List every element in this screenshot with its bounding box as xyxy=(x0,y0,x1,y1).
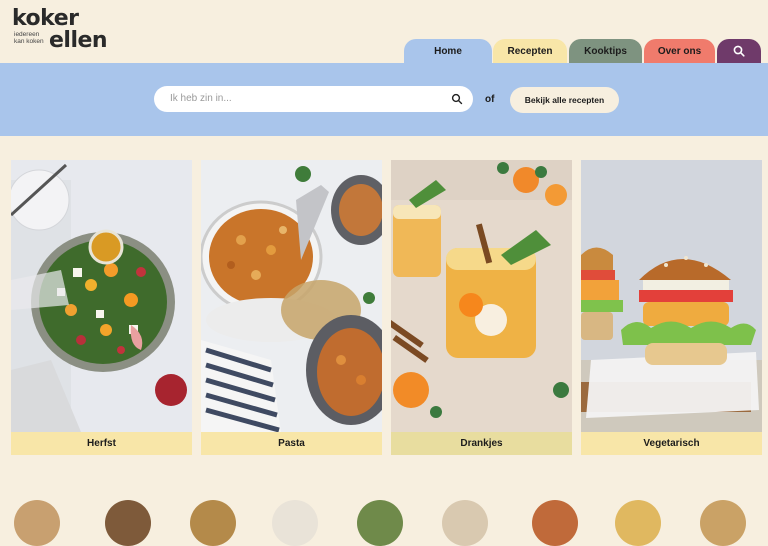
recipe-thumbnail[interactable] xyxy=(272,500,318,546)
recipe-thumbnail[interactable] xyxy=(190,500,236,546)
category-card-herfst[interactable]: Herfst xyxy=(11,160,192,455)
logo-word-koker: koker xyxy=(12,6,79,31)
search-icon xyxy=(733,45,745,57)
site-logo[interactable]: koker iedereen kan koken ellen xyxy=(12,8,112,56)
recipe-thumbnail[interactable] xyxy=(14,500,60,546)
category-label: Drankjes xyxy=(391,432,572,455)
recipe-thumbnail[interactable] xyxy=(700,500,746,546)
recipe-thumbnail[interactable] xyxy=(357,500,403,546)
or-text: of xyxy=(485,94,495,105)
category-label: Vegetarisch xyxy=(581,432,762,455)
drankjes-photo xyxy=(391,160,572,432)
tab-kooktips[interactable]: Kooktips xyxy=(569,39,642,63)
logo-word-ellen: ellen xyxy=(49,28,108,53)
search-placeholder: Ik heb zin in... xyxy=(170,93,232,104)
all-recipes-button[interactable]: Bekijk alle recepten xyxy=(510,87,619,113)
recipe-thumbnail[interactable] xyxy=(532,500,578,546)
category-label: Pasta xyxy=(201,432,382,455)
tab-recepten[interactable]: Recepten xyxy=(493,39,567,63)
search-input[interactable]: Ik heb zin in... xyxy=(154,86,473,112)
recipe-thumbnail[interactable] xyxy=(442,500,488,546)
category-card-pasta[interactable]: Pasta xyxy=(201,160,382,455)
logo-tagline-1: iedereen xyxy=(14,31,40,38)
category-card-drankjes[interactable]: Drankjes xyxy=(391,160,572,455)
search-icon[interactable] xyxy=(451,93,463,105)
tab-over-ons[interactable]: Over ons xyxy=(644,39,715,63)
category-label: Herfst xyxy=(11,432,192,455)
category-card-vegetarisch[interactable]: Vegetarisch xyxy=(581,160,762,455)
vegetarisch-photo xyxy=(581,160,762,432)
recipe-thumbnail[interactable] xyxy=(105,500,151,546)
recipe-thumbnail[interactable] xyxy=(615,500,661,546)
herfst-photo xyxy=(11,160,192,432)
nav-search-button[interactable] xyxy=(717,39,761,63)
pasta-photo xyxy=(201,160,382,432)
tab-home[interactable]: Home xyxy=(404,39,492,63)
logo-tagline-2: kan koken xyxy=(14,38,44,45)
